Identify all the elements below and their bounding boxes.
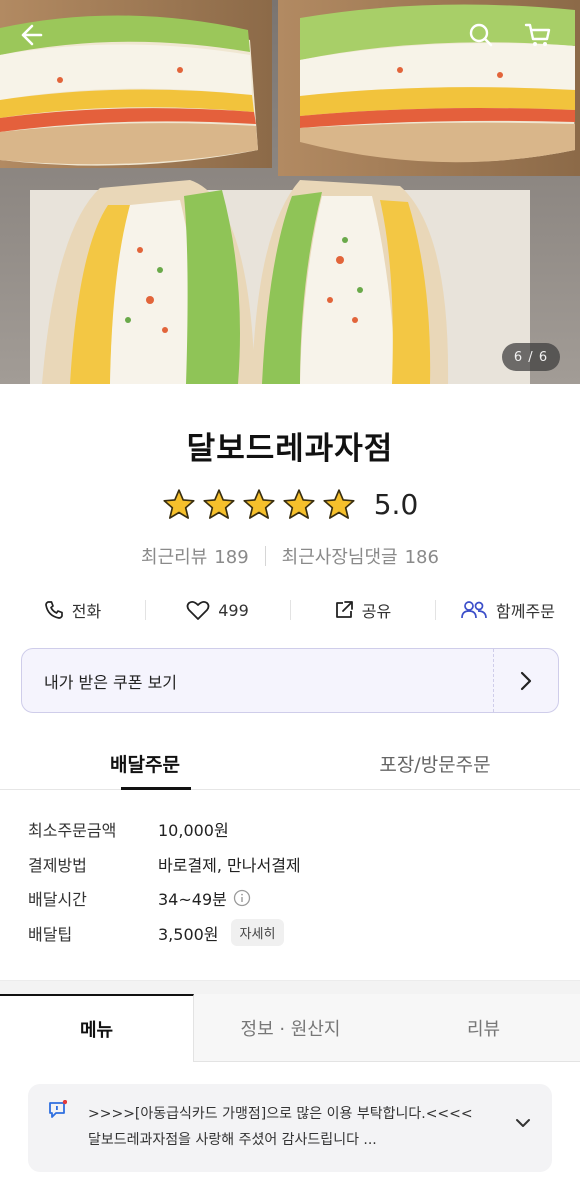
owner-replies[interactable]: 최근사장님댓글 186: [282, 543, 439, 569]
tab-delivery[interactable]: 배달주문: [0, 738, 290, 790]
favorite-button[interactable]: 499: [145, 590, 290, 630]
recent-reviews-count: 189: [214, 547, 249, 568]
star-icon: [283, 489, 315, 519]
tab-menu[interactable]: 메뉴: [0, 994, 194, 1062]
coupon-arrow-button[interactable]: [494, 649, 558, 712]
notice-text: >>>>[아동급식카드 가맹점]으로 많은 이용 부탁합니다.<<<< 달보드레…: [88, 1101, 508, 1153]
info-key: 배달시간: [28, 890, 87, 910]
star-icon: [203, 489, 235, 519]
active-tab-indicator: [121, 787, 191, 790]
rating-score: 5.0: [373, 487, 419, 521]
group-order-label: 함께주문: [496, 602, 555, 621]
image-counter: 6 / 6: [502, 343, 560, 371]
group-order-button[interactable]: 함께주문: [435, 590, 580, 630]
review-summary: 최근리뷰 189 최근사장님댓글 186: [0, 540, 580, 572]
order-type-tabs: 배달주문 포장/방문주문: [0, 738, 580, 790]
heart-icon: [186, 600, 210, 620]
cart-button[interactable]: [524, 22, 560, 58]
store-notice[interactable]: >>>>[아동급식카드 가맹점]으로 많은 이용 부탁합니다.<<<< 달보드레…: [28, 1084, 552, 1172]
chevron-right-icon: [520, 671, 532, 690]
notice-line-1: >>>>[아동급식카드 가맹점]으로 많은 이용 부탁합니다.<<<<: [88, 1106, 473, 1122]
tab-info-origin[interactable]: 정보 · 원산지: [194, 994, 387, 1061]
share-button[interactable]: 공유: [290, 590, 435, 630]
delivery-info: 최소주문금액 10,000원 결제방법 바로결제, 만나서결제 배달시간 34~…: [0, 812, 580, 950]
info-value: 3,500원 자세히: [158, 919, 285, 947]
star-icon: [243, 489, 275, 519]
recent-reviews-label: 최근리뷰: [141, 547, 208, 568]
info-key: 배달팁: [28, 924, 73, 944]
info-key: 결제방법: [28, 855, 87, 875]
share-icon: [335, 601, 353, 618]
delivery-time-value: 34~49분: [158, 890, 227, 910]
info-value: 바로결제, 만나서결제: [158, 855, 301, 875]
back-button[interactable]: [18, 22, 54, 58]
section-divider: [0, 980, 580, 994]
delivery-tip-detail-button[interactable]: 자세히: [230, 919, 285, 947]
tab-pickup-label: 포장/방문주문: [379, 754, 491, 776]
search-button[interactable]: [468, 22, 504, 58]
owner-replies-label: 최근사장님댓글: [281, 547, 398, 568]
call-label: 전화: [71, 602, 102, 621]
favorite-count: 499: [218, 600, 249, 620]
divider: [264, 546, 266, 566]
info-circle-icon[interactable]: [233, 889, 251, 907]
rating-stars: [162, 488, 356, 520]
call-button[interactable]: 전화: [0, 590, 145, 630]
rating: 5.0: [0, 484, 580, 524]
info-value: 10,000원: [158, 821, 229, 841]
coupon-banner[interactable]: 내가 받은 쿠폰 보기: [21, 648, 559, 713]
store-photo[interactable]: 6 / 6: [0, 0, 580, 384]
notice-line-2: 달보드레과자점을 사랑해 주셨어 감사드립니다 ...: [88, 1132, 377, 1148]
info-key: 최소주문금액: [28, 821, 117, 841]
star-icon: [323, 489, 355, 519]
recent-reviews[interactable]: 최근리뷰 189: [141, 543, 249, 569]
info-value: 34~49분: [158, 886, 251, 910]
phone-icon: [44, 601, 63, 619]
group-order-icon: [461, 601, 487, 619]
search-icon: [469, 23, 493, 47]
info-row-delivery-time: 배달시간 34~49분: [0, 881, 580, 916]
chevron-down-icon[interactable]: [514, 1117, 532, 1129]
share-label: 공유: [361, 602, 392, 621]
coupon-label: 내가 받은 쿠폰 보기: [44, 672, 178, 692]
store-name: 달보드레과자점: [186, 431, 394, 467]
info-row-payment: 결제방법 바로결제, 만나서결제: [0, 847, 580, 882]
content-tabs: 메뉴 정보 · 원산지 리뷰: [0, 994, 580, 1062]
info-row-min-order: 최소주문금액 10,000원: [0, 812, 580, 847]
store-actions: 전화 499 공유 함께주문: [0, 590, 580, 630]
info-row-delivery-tip: 배달팁 3,500원 자세히: [0, 916, 580, 951]
arrow-left-icon: [21, 24, 43, 46]
tab-reviews[interactable]: 리뷰: [387, 994, 580, 1061]
megaphone-icon: [49, 1100, 67, 1118]
owner-replies-count: 186: [404, 547, 439, 568]
tab-pickup[interactable]: 포장/방문주문: [290, 738, 580, 789]
cart-icon: [524, 23, 551, 46]
tab-delivery-label: 배달주문: [110, 754, 180, 776]
delivery-tip-value: 3,500원: [158, 924, 219, 944]
star-icon: [163, 489, 195, 519]
